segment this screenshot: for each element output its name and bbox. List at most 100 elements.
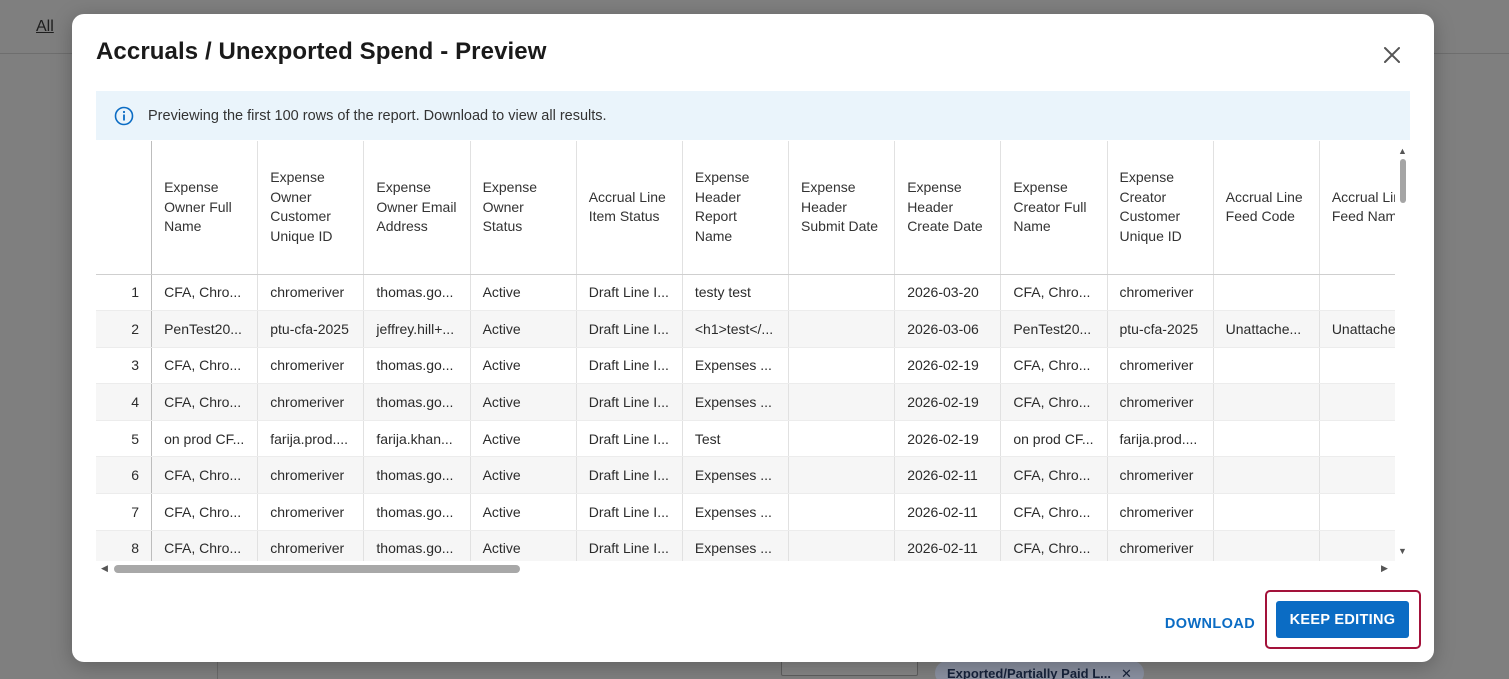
- info-banner: Previewing the first 100 rows of the rep…: [96, 91, 1410, 140]
- table-row: 5 on prod CF... farija.prod.... farija.khan…: [96, 420, 1395, 458]
- preview-modal: Accruals / Unexported Spend - Preview Pr…: [72, 14, 1434, 662]
- table-cell: thomas.go...: [363, 274, 471, 312]
- table-row: 7 CFA, Chro... chromeriver thomas.go... Acti…: [96, 493, 1395, 531]
- all-link[interactable]: All: [36, 18, 54, 36]
- table-cell: Active: [470, 530, 577, 561]
- table-cell: Unattache...: [1319, 310, 1395, 348]
- row-number: 1: [96, 274, 153, 312]
- info-circle-icon: [114, 106, 134, 126]
- table-cell: chromeriver: [1107, 493, 1214, 531]
- column-header[interactable]: Expense Header Create Date: [894, 141, 1002, 275]
- table-cell: chromeriver: [257, 530, 365, 561]
- table-viewport: Expense Owner Full Name Expense Owner Cu…: [96, 141, 1395, 561]
- row-number: 2: [96, 310, 153, 348]
- column-header[interactable]: Expense Owner Customer Unique ID: [257, 141, 365, 275]
- table-cell: chromeriver: [257, 383, 365, 421]
- table-cell: chromeriver: [257, 347, 365, 385]
- chip-remove-icon[interactable]: ✕: [1121, 666, 1132, 679]
- table-cell: [788, 493, 896, 531]
- row-number: 5: [96, 420, 153, 458]
- table-cell: chromeriver: [1107, 274, 1214, 312]
- table-cell: farija.khan...: [363, 420, 471, 458]
- column-header[interactable]: Expense Creator Full Name: [1000, 141, 1108, 275]
- table-header-row: Expense Owner Full Name Expense Owner Cu…: [96, 141, 1395, 275]
- table-cell: 2026-02-19: [894, 383, 1002, 421]
- scroll-down-icon[interactable]: ▼: [1398, 546, 1407, 556]
- close-icon[interactable]: [1378, 41, 1406, 69]
- table-cell: PenTest20...: [1000, 310, 1108, 348]
- table-cell: [1319, 530, 1395, 561]
- table-cell: Draft Line I...: [576, 530, 683, 561]
- table-cell: ptu-cfa-2025: [1107, 310, 1214, 348]
- table-cell: [1319, 347, 1395, 385]
- row-number: 7: [96, 493, 153, 531]
- table-cell: on prod CF...: [151, 420, 259, 458]
- table-cell: Expenses ...: [682, 456, 790, 495]
- column-header[interactable]: Expense Header Report Name: [682, 141, 790, 275]
- column-header[interactable]: Expense Owner Status: [470, 141, 577, 275]
- table-cell: Draft Line I...: [576, 456, 683, 495]
- scroll-up-icon[interactable]: ▲: [1398, 146, 1407, 156]
- table-row: 1 CFA, Chro... chromeriver thomas.go... Acti…: [96, 274, 1395, 312]
- table-cell: [788, 310, 896, 348]
- filter-chip-label: Exported/Partially Paid L...: [947, 666, 1111, 679]
- column-header[interactable]: Expense Owner Full Name: [151, 141, 259, 275]
- vertical-scroll-thumb[interactable]: [1400, 159, 1406, 203]
- table-cell: Active: [470, 347, 577, 385]
- preview-table-container: Expense Owner Full Name Expense Owner Cu…: [96, 141, 1410, 577]
- table-cell: chromeriver: [1107, 347, 1214, 385]
- vertical-scrollbar[interactable]: ▲ ▼: [1395, 141, 1410, 561]
- table-cell: thomas.go...: [363, 347, 471, 385]
- table-cell: Active: [470, 420, 577, 458]
- table-cell: Unattache...: [1213, 310, 1320, 348]
- table-cell: 2026-02-19: [894, 347, 1002, 385]
- table-cell: 2026-02-11: [894, 456, 1002, 495]
- table-cell: [1213, 456, 1320, 495]
- filter-chip[interactable]: Exported/Partially Paid L... ✕: [935, 661, 1144, 679]
- table-cell: PenTest20...: [151, 310, 259, 348]
- table-cell: [1319, 274, 1395, 312]
- table-row: 3 CFA, Chro... chromeriver thomas.go... Acti…: [96, 347, 1395, 385]
- table-cell: [788, 456, 896, 495]
- column-header[interactable]: Accrual Line Item Status: [576, 141, 683, 275]
- table-cell: farija.prod....: [257, 420, 365, 458]
- table-row: 4 CFA, Chro... chromeriver thomas.go... Acti…: [96, 383, 1395, 421]
- table-cell: [1213, 530, 1320, 561]
- scroll-right-icon[interactable]: ▶: [1381, 563, 1388, 574]
- table-cell: <h1>test</...: [682, 310, 790, 348]
- table-cell: chromeriver: [1107, 530, 1214, 561]
- table-cell: [788, 347, 896, 385]
- column-header[interactable]: Expense Owner Email Address: [363, 141, 471, 275]
- table-cell: [1319, 456, 1395, 495]
- column-header[interactable]: Expense Creator Customer Unique ID: [1107, 141, 1214, 275]
- column-header[interactable]: Accrual Line Feed Name: [1319, 141, 1395, 275]
- table-cell: Active: [470, 383, 577, 421]
- table-cell: [1319, 383, 1395, 421]
- table-cell: 2026-02-11: [894, 493, 1002, 531]
- table-cell: [1213, 383, 1320, 421]
- download-button[interactable]: DOWNLOAD: [1150, 606, 1270, 642]
- table-cell: [788, 383, 896, 421]
- table-row: 8 CFA, Chro... chromeriver thomas.go... Acti…: [96, 530, 1395, 561]
- table-cell: CFA, Chro...: [1000, 493, 1108, 531]
- table-cell: Draft Line I...: [576, 383, 683, 421]
- row-number: 6: [96, 456, 153, 495]
- scroll-left-icon[interactable]: ◀: [101, 563, 108, 574]
- table-cell: thomas.go...: [363, 456, 471, 495]
- table-cell: CFA, Chro...: [151, 383, 259, 421]
- keep-editing-button[interactable]: KEEP EDITING: [1276, 601, 1409, 638]
- table-cell: 2026-02-11: [894, 530, 1002, 561]
- table-cell: Expenses ...: [682, 530, 790, 561]
- horizontal-scroll-thumb[interactable]: [114, 565, 520, 573]
- row-number: 8: [96, 530, 153, 561]
- column-header[interactable]: Accrual Line Feed Code: [1213, 141, 1320, 275]
- table-cell: CFA, Chro...: [151, 493, 259, 531]
- row-number: 4: [96, 383, 153, 421]
- column-header[interactable]: Expense Header Submit Date: [788, 141, 896, 275]
- table-cell: [1319, 420, 1395, 458]
- table-cell: [788, 274, 896, 312]
- table-cell: Draft Line I...: [576, 493, 683, 531]
- table-cell: chromeriver: [1107, 456, 1214, 495]
- table-cell: Expenses ...: [682, 493, 790, 531]
- horizontal-scrollbar[interactable]: ◀ ▶: [96, 561, 1395, 577]
